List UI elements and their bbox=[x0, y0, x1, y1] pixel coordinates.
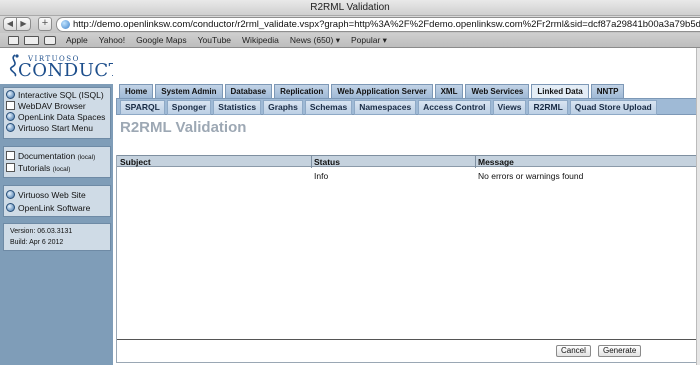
column-header-subject: Subject bbox=[120, 157, 151, 167]
tab-sponger[interactable]: Sponger bbox=[166, 100, 212, 115]
build-text: Build: Apr 6 2012 bbox=[10, 239, 64, 246]
sidebar-item-webdav[interactable]: WebDAV Browser bbox=[6, 101, 86, 111]
vertical-scrollbar[interactable] bbox=[696, 48, 700, 365]
sidebar-item-label: Tutorials bbox=[18, 163, 51, 173]
globe-icon bbox=[6, 90, 15, 99]
cell-message: No errors or warnings found bbox=[478, 171, 584, 181]
bookmark-popular[interactable]: Popular ▾ bbox=[351, 35, 387, 46]
document-icon bbox=[6, 101, 15, 110]
tab-namespaces[interactable]: Namespaces bbox=[354, 100, 417, 115]
address-url: http://demo.openlinksw.com/conductor/r2r… bbox=[73, 19, 700, 30]
sub-tabs: SPARQL Sponger Statistics Graphs Schemas… bbox=[116, 98, 698, 115]
sidebar-item-virtuoso-web-site[interactable]: Virtuoso Web Site bbox=[6, 190, 86, 200]
sidebar-item-tutorials[interactable]: Tutorials (local) bbox=[6, 163, 70, 173]
bookmark-yahoo[interactable]: Yahoo! bbox=[99, 35, 125, 46]
document-icon bbox=[6, 151, 15, 160]
tab-access-control[interactable]: Access Control bbox=[418, 100, 491, 115]
browser-toolbar: ◀ ▶ + http://demo.openlinksw.com/conduct… bbox=[0, 16, 700, 33]
bookmarks-book-icon[interactable] bbox=[24, 36, 39, 45]
generate-button[interactable]: Generate bbox=[598, 345, 642, 357]
tab-r2rml[interactable]: R2RML bbox=[528, 100, 568, 115]
tab-web-application-server[interactable]: Web Application Server bbox=[331, 84, 433, 98]
cancel-button[interactable]: Cancel bbox=[556, 345, 591, 357]
sidebar-item-label: OpenLink Data Spaces bbox=[18, 112, 106, 122]
sidebar-item-label: Interactive SQL (ISQL) bbox=[18, 90, 104, 100]
tab-system-admin[interactable]: System Admin bbox=[155, 84, 223, 98]
bookmark-apple[interactable]: Apple bbox=[66, 35, 88, 46]
table-header: Subject Status Message bbox=[117, 155, 697, 168]
globe-icon bbox=[6, 123, 15, 132]
bookmark-wikipedia[interactable]: Wikipedia bbox=[242, 35, 279, 46]
sidebar-item-label: Virtuoso Web Site bbox=[18, 190, 86, 200]
tab-schemas[interactable]: Schemas bbox=[304, 100, 353, 115]
tab-statistics[interactable]: Statistics bbox=[213, 100, 262, 115]
globe-icon bbox=[61, 20, 70, 29]
sidebar: VIRTUOSO CONDUCTOR Interactive SQL (ISQL… bbox=[0, 48, 150, 365]
tab-nntp[interactable]: NNTP bbox=[590, 84, 625, 98]
tab-graphs[interactable]: Graphs bbox=[263, 100, 303, 115]
address-bar[interactable]: http://demo.openlinksw.com/conductor/r2r… bbox=[56, 17, 700, 32]
reading-list-icon[interactable] bbox=[8, 36, 19, 45]
window-titlebar: R2RML Validation bbox=[0, 0, 700, 16]
sidebar-item-tag: (local) bbox=[52, 166, 71, 173]
panel-divider bbox=[117, 339, 697, 340]
tab-linked-data[interactable]: Linked Data bbox=[531, 84, 589, 98]
column-divider bbox=[311, 156, 312, 168]
bookmark-youtube[interactable]: YouTube bbox=[198, 35, 231, 46]
sidebar-item-label: Documentation bbox=[18, 151, 76, 161]
sidebar-group-links: Virtuoso Web Site OpenLink Software bbox=[3, 185, 111, 217]
main-tabs: Home System Admin Database Replication W… bbox=[119, 84, 626, 98]
tab-xml[interactable]: XML bbox=[434, 84, 464, 98]
document-icon bbox=[6, 163, 15, 172]
forward-button[interactable]: ▶ bbox=[17, 17, 31, 31]
globe-icon bbox=[6, 112, 15, 121]
validation-panel: Subject Status Message Info No errors or… bbox=[116, 155, 698, 363]
column-header-message: Message bbox=[478, 157, 514, 167]
sidebar-item-label: WebDAV Browser bbox=[18, 101, 86, 111]
version-text: Version: 06.03.3131 bbox=[10, 228, 73, 235]
sidebar-group-tools: Interactive SQL (ISQL) WebDAV Browser Op… bbox=[3, 87, 111, 139]
page-title: R2RML Validation bbox=[120, 119, 247, 136]
globe-icon bbox=[6, 203, 15, 212]
sidebar-item-label: OpenLink Software bbox=[18, 203, 91, 213]
bookmarks-bar: Apple Yahoo! Google Maps YouTube Wikiped… bbox=[0, 33, 700, 48]
column-divider bbox=[475, 156, 476, 168]
tab-quad-store-upload[interactable]: Quad Store Upload bbox=[569, 100, 657, 115]
logo[interactable]: VIRTUOSO CONDUCTOR bbox=[0, 48, 150, 84]
sidebar-item-openlink-software[interactable]: OpenLink Software bbox=[6, 203, 90, 213]
back-button[interactable]: ◀ bbox=[3, 17, 17, 31]
tab-replication[interactable]: Replication bbox=[274, 84, 330, 98]
window-title: R2RML Validation bbox=[310, 2, 390, 13]
tab-web-services[interactable]: Web Services bbox=[465, 84, 530, 98]
main-content: Home System Admin Database Replication W… bbox=[113, 48, 700, 365]
sidebar-item-label: Virtuoso Start Menu bbox=[18, 123, 93, 133]
sidebar-item-ods[interactable]: OpenLink Data Spaces bbox=[6, 112, 105, 122]
add-bookmark-button[interactable]: + bbox=[38, 17, 52, 31]
sidebar-item-start-menu[interactable]: Virtuoso Start Menu bbox=[6, 123, 93, 133]
globe-icon bbox=[6, 190, 15, 199]
tab-home[interactable]: Home bbox=[119, 84, 154, 98]
bookmark-list: Apple Yahoo! Google Maps YouTube Wikiped… bbox=[66, 35, 387, 46]
sidebar-group-docs: Documentation (local) Tutorials (local) bbox=[3, 146, 111, 178]
sidebar-item-isql[interactable]: Interactive SQL (ISQL) bbox=[6, 90, 104, 100]
cell-status: Info bbox=[314, 171, 329, 181]
bookmark-google-maps[interactable]: Google Maps bbox=[136, 35, 187, 46]
tab-sparql[interactable]: SPARQL bbox=[120, 100, 165, 115]
bookmark-news[interactable]: News (650) ▾ bbox=[290, 35, 340, 46]
sidebar-item-documentation[interactable]: Documentation (local) bbox=[6, 151, 95, 161]
sidebar-version-box: Version: 06.03.3131 Build: Apr 6 2012 bbox=[3, 223, 111, 251]
column-header-status: Status bbox=[314, 157, 340, 167]
tab-database[interactable]: Database bbox=[224, 84, 273, 98]
sidebar-item-tag: (local) bbox=[77, 154, 96, 161]
top-sites-icon[interactable] bbox=[44, 36, 56, 45]
tab-views[interactable]: Views bbox=[492, 100, 527, 115]
